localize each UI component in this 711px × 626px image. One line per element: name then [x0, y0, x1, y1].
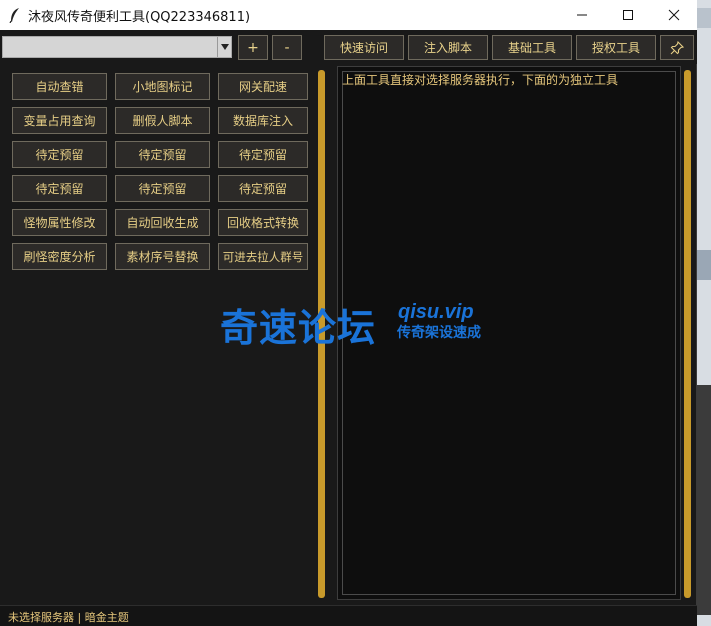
tool-monster-attribute-edit[interactable]: 怪物属性修改 — [12, 209, 107, 236]
close-button[interactable] — [651, 0, 697, 30]
tab-basic-tools[interactable]: 基础工具 — [492, 35, 572, 60]
tool-recycle-format-convert[interactable]: 回收格式转换 — [218, 209, 308, 236]
tool-variable-usage-query[interactable]: 变量占用查询 — [12, 107, 107, 134]
feather-icon — [4, 0, 26, 30]
title-bar: 沐夜风传奇便利工具(QQ223346811) — [0, 0, 697, 30]
tool-auto-recycle-generate[interactable]: 自动回收生成 — [115, 209, 210, 236]
remove-server-button[interactable]: - — [272, 35, 302, 60]
tab-license-tools[interactable]: 授权工具 — [576, 35, 656, 60]
desktop-background — [695, 0, 711, 626]
watermark-subtitle: 传奇架设速成 — [397, 325, 481, 341]
tool-delete-bot-script[interactable]: 删假人脚本 — [115, 107, 210, 134]
window-title: 沐夜风传奇便利工具(QQ223346811) — [28, 9, 251, 25]
right-scrollbar[interactable] — [684, 70, 691, 598]
maximize-icon — [623, 10, 633, 20]
tool-group-number[interactable]: 可进去拉人群号 — [218, 243, 308, 270]
tab-inject-script[interactable]: 注入脚本 — [408, 35, 488, 60]
pin-button[interactable] — [660, 35, 694, 60]
tool-reserved-5[interactable]: 待定预留 — [115, 175, 210, 202]
toolbar: + - 快速访问 注入脚本 基础工具 授权工具 — [0, 30, 697, 64]
tool-reserved-4[interactable]: 待定预留 — [12, 175, 107, 202]
output-text: 上面工具直接对选择服务器执行，下面的为独立工具 — [342, 73, 619, 87]
watermark-logo: 奇速论坛 qisu.vip 传奇架设速成 — [220, 297, 520, 350]
tool-reserved-1[interactable]: 待定预留 — [12, 141, 107, 168]
minimize-button[interactable] — [559, 0, 605, 30]
watermark-main-text: 奇速论坛 — [220, 306, 377, 350]
maximize-button[interactable] — [605, 0, 651, 30]
tool-asset-index-replace[interactable]: 素材序号替换 — [115, 243, 210, 270]
window-controls — [559, 0, 697, 30]
tab-quick-access[interactable]: 快速访问 — [324, 35, 404, 60]
tool-reserved-3[interactable]: 待定预留 — [218, 141, 308, 168]
tool-reserved-2[interactable]: 待定预留 — [115, 141, 210, 168]
tool-spawn-density-analysis[interactable]: 刷怪密度分析 — [12, 243, 107, 270]
tool-gateway-speed[interactable]: 网关配速 — [218, 73, 308, 100]
server-select[interactable] — [2, 36, 232, 58]
tool-reserved-6[interactable]: 待定预留 — [218, 175, 308, 202]
tool-auto-check-error[interactable]: 自动查错 — [12, 73, 107, 100]
status-text: 未选择服务器 | 暗金主题 — [8, 611, 129, 624]
pin-icon — [670, 40, 684, 54]
tool-database-inject[interactable]: 数据库注入 — [218, 107, 308, 134]
status-bar: 未选择服务器 | 暗金主题 — [0, 605, 697, 626]
tool-minimap-marker[interactable]: 小地图标记 — [115, 73, 210, 100]
minimize-icon — [577, 14, 587, 16]
chevron-down-icon[interactable] — [217, 37, 231, 57]
watermark-url: qisu.vip — [398, 301, 474, 323]
add-server-button[interactable]: + — [238, 35, 268, 60]
close-icon — [668, 9, 680, 21]
app-window: 沐夜风传奇便利工具(QQ223346811) + - 快速访问 注入脚本 基础工… — [0, 0, 697, 626]
